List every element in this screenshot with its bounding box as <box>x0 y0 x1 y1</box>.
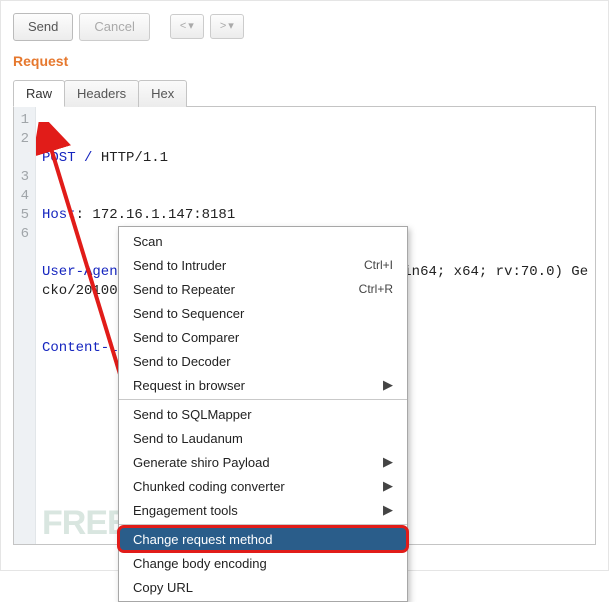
menu-send-to-sqlmapper[interactable]: Send to SQLMapper <box>119 402 407 426</box>
menu-shortcut: Ctrl+R <box>359 282 393 296</box>
menu-label: Send to Repeater <box>133 282 235 297</box>
menu-label: Send to Laudanum <box>133 431 243 446</box>
line-number: 1 <box>20 111 29 130</box>
menu-separator <box>119 524 407 525</box>
cancel-button[interactable]: Cancel <box>79 13 149 41</box>
menu-label: Send to SQLMapper <box>133 407 252 422</box>
dropdown-icon: ▾ <box>228 20 234 33</box>
tab-headers[interactable]: Headers <box>64 80 139 107</box>
submenu-arrow-icon: ▶ <box>383 377 393 393</box>
line-number: 4 <box>20 187 29 206</box>
menu-send-to-repeater[interactable]: Send to Repeater Ctrl+R <box>119 277 407 301</box>
menu-scan[interactable]: Scan <box>119 229 407 253</box>
tab-raw[interactable]: Raw <box>13 80 65 107</box>
header-key: User-Agent <box>42 264 126 280</box>
request-protocol: HTTP/1.1 <box>101 150 168 166</box>
menu-copy-url[interactable]: Copy URL <box>119 575 407 599</box>
request-section-title: Request <box>13 53 596 69</box>
send-button[interactable]: Send <box>13 13 73 41</box>
history-back-button[interactable]: < ▾ <box>170 14 204 39</box>
context-menu[interactable]: Scan Send to Intruder Ctrl+I Send to Repe… <box>118 226 408 602</box>
submenu-arrow-icon: ▶ <box>383 478 393 494</box>
dropdown-icon: ▾ <box>188 20 194 33</box>
history-forward-button[interactable]: > ▾ <box>210 14 244 39</box>
menu-label: Send to Sequencer <box>133 306 244 321</box>
repeater-toolbar: Send Cancel < ▾ > ▾ <box>13 13 596 41</box>
menu-send-to-decoder[interactable]: Send to Decoder <box>119 349 407 373</box>
menu-send-to-laudanum[interactable]: Send to Laudanum <box>119 426 407 450</box>
menu-label: Copy URL <box>133 580 193 595</box>
header-key: Host <box>42 207 76 223</box>
menu-separator <box>119 399 407 400</box>
chevron-left-icon: < <box>180 20 186 33</box>
menu-label: Change request method <box>133 532 272 547</box>
tab-hex[interactable]: Hex <box>138 80 187 107</box>
line-number-gutter: 1 2 3 4 5 6 <box>14 107 36 544</box>
view-tabs: Raw Headers Hex <box>13 79 596 107</box>
menu-engagement-tools[interactable]: Engagement tools ▶ <box>119 498 407 522</box>
line-number: 3 <box>20 168 29 187</box>
menu-label: Engagement tools <box>133 503 238 518</box>
menu-shortcut: Ctrl+I <box>364 258 393 272</box>
menu-label: Send to Decoder <box>133 354 231 369</box>
menu-label: Chunked coding converter <box>133 479 285 494</box>
line-number: 5 <box>20 206 29 225</box>
menu-generate-shiro-payload[interactable]: Generate shiro Payload ▶ <box>119 450 407 474</box>
menu-label: Scan <box>133 234 163 249</box>
request-method: POST / <box>42 150 101 166</box>
watermark-text: FREE <box>42 506 129 540</box>
menu-change-body-encoding[interactable]: Change body encoding <box>119 551 407 575</box>
menu-send-to-intruder[interactable]: Send to Intruder Ctrl+I <box>119 253 407 277</box>
menu-request-in-browser[interactable]: Request in browser ▶ <box>119 373 407 397</box>
menu-send-to-comparer[interactable]: Send to Comparer <box>119 325 407 349</box>
submenu-arrow-icon: ▶ <box>383 454 393 470</box>
submenu-arrow-icon: ▶ <box>383 502 393 518</box>
line-number: 6 <box>20 225 29 244</box>
menu-label: Send to Intruder <box>133 258 226 273</box>
line-number: 2 <box>20 130 29 149</box>
chevron-right-icon: > <box>220 20 226 33</box>
menu-label: Generate shiro Payload <box>133 455 270 470</box>
menu-label: Send to Comparer <box>133 330 239 345</box>
menu-send-to-sequencer[interactable]: Send to Sequencer <box>119 301 407 325</box>
menu-chunked-coding-converter[interactable]: Chunked coding converter ▶ <box>119 474 407 498</box>
menu-label: Change body encoding <box>133 556 267 571</box>
header-value: : 172.16.1.147:8181 <box>76 207 236 223</box>
menu-label: Request in browser <box>133 378 245 393</box>
menu-change-request-method[interactable]: Change request method <box>119 527 407 551</box>
